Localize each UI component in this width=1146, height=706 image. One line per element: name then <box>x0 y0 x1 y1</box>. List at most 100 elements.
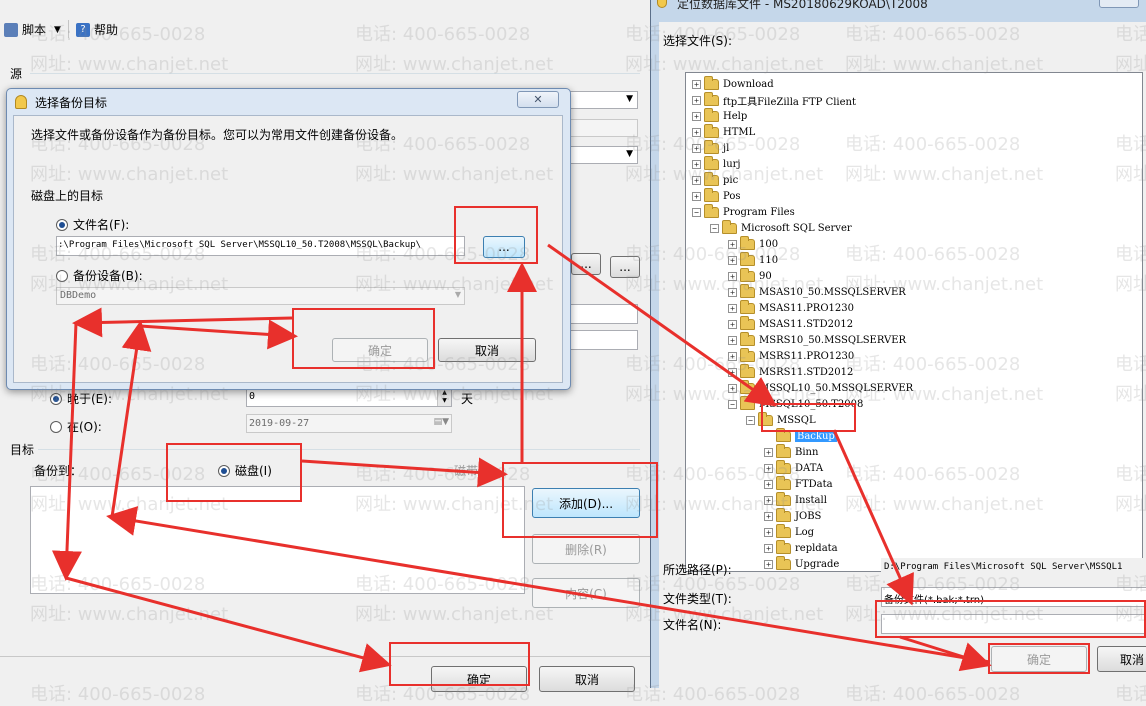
expand-icon[interactable]: + <box>692 175 701 185</box>
backup-destination-list[interactable] <box>30 486 525 594</box>
backup-set-browse-button-2[interactable]: ... <box>610 256 640 278</box>
add-destination-button[interactable]: 添加(D)... <box>532 488 640 518</box>
name-field[interactable] <box>566 304 638 324</box>
tree-node-label: Upgrade <box>795 558 840 570</box>
tree-node[interactable]: + MSAS10_50.MSSQLSERVER <box>728 283 906 300</box>
tree-node[interactable]: + Help <box>692 107 747 124</box>
tree-node[interactable]: + DATA <box>764 459 823 476</box>
collapse-icon[interactable]: − <box>746 415 755 425</box>
spin-icon[interactable]: ▲ ▼ <box>437 389 451 406</box>
expand-icon[interactable]: + <box>764 511 773 521</box>
collapse-icon[interactable]: − <box>692 207 701 217</box>
date-picker[interactable]: 2019-09-27 ▤▼ <box>246 414 452 433</box>
tree-node[interactable]: + MSRS11.PRO1230 <box>728 347 854 364</box>
tree-node[interactable]: + MSSQL10_50.MSSQLSERVER <box>728 379 913 396</box>
file-dialog-cancel-button[interactable]: 取消 <box>1097 646 1146 672</box>
tree-node-label: FTData <box>795 478 833 490</box>
tree-node[interactable]: + Download <box>692 75 774 92</box>
expand-icon[interactable]: + <box>764 463 773 473</box>
backup-set-browse-button[interactable]: ... <box>571 253 601 275</box>
expand-icon[interactable]: + <box>728 255 737 265</box>
browse-button[interactable]: ... <box>483 236 525 258</box>
database-dropdown[interactable]: ▼ <box>566 91 638 109</box>
tree-node[interactable]: + HTML <box>692 123 755 140</box>
folder-icon <box>776 427 791 442</box>
tree-node[interactable]: + ftp工具FileZilla FTP Client <box>692 91 856 108</box>
tree-node[interactable]: + Binn <box>764 443 818 460</box>
tree-node[interactable]: +100 <box>728 235 778 252</box>
collapse-icon[interactable]: − <box>710 223 719 233</box>
expand-icon[interactable]: + <box>692 95 701 105</box>
expand-icon[interactable]: + <box>692 79 701 89</box>
destination-contents-button[interactable]: 内容(C) <box>532 578 640 608</box>
expand-icon[interactable]: + <box>764 559 773 569</box>
tree-node[interactable]: + pic <box>692 171 738 188</box>
main-ok-button[interactable]: 确定 <box>431 666 527 692</box>
calendar-icon[interactable]: ▤▼ <box>434 417 449 427</box>
on-date-radio[interactable]: 在(O): <box>50 418 102 435</box>
expand-icon[interactable]: + <box>692 159 701 169</box>
filename-radio[interactable]: 文件名(F): <box>56 216 129 233</box>
tree-node[interactable]: − Program Files <box>692 203 795 220</box>
disk-radio[interactable]: 磁盘(I) <box>218 462 272 479</box>
tree-node[interactable]: + repldata <box>764 539 838 556</box>
modal-cancel-button[interactable]: 取消 <box>438 338 536 362</box>
expand-icon[interactable]: + <box>728 383 737 393</box>
close-icon[interactable]: ✕ <box>517 91 559 108</box>
expand-icon[interactable]: + <box>728 271 737 281</box>
expand-icon[interactable]: + <box>692 111 701 121</box>
file-type-dropdown[interactable]: 备份文件(*.bak;*.trn) <box>881 587 1146 607</box>
tree-node[interactable]: + MSRS10_50.MSSQLSERVER <box>728 331 906 348</box>
expand-icon[interactable]: + <box>728 303 737 313</box>
after-days-stepper[interactable]: 0 ▲ ▼ <box>246 388 452 407</box>
expand-icon[interactable]: + <box>764 527 773 537</box>
close-icon[interactable] <box>1099 0 1139 8</box>
file-name-input[interactable] <box>881 614 1146 634</box>
file-dialog-ok-button[interactable]: 确定 <box>991 646 1087 672</box>
tree-node[interactable]: +110 <box>728 251 778 268</box>
expand-icon[interactable]: + <box>692 191 701 201</box>
expand-icon[interactable]: + <box>728 287 737 297</box>
tree-node[interactable]: + Install <box>764 491 827 508</box>
expand-icon[interactable]: + <box>764 447 773 457</box>
help-button[interactable]: ? 帮助 <box>76 21 118 38</box>
expand-icon[interactable]: + <box>692 143 701 153</box>
expand-icon[interactable]: + <box>764 495 773 505</box>
expand-icon[interactable]: + <box>728 335 737 345</box>
tree-node-label: MSAS10_50.MSSQLSERVER <box>759 286 906 298</box>
tree-node[interactable]: + JOBS <box>764 507 821 524</box>
tree-node[interactable]: − MSSQL10_50.T2008 <box>728 395 863 412</box>
expand-icon[interactable]: + <box>728 239 737 249</box>
expand-icon[interactable]: + <box>764 543 773 553</box>
tree-node[interactable]: + Upgrade <box>764 555 840 571</box>
tree-node[interactable]: + FTData <box>764 475 833 492</box>
expand-icon[interactable]: + <box>764 479 773 489</box>
backup-file-path-input[interactable]: :\Program Files\Microsoft SQL Server\MSS… <box>56 236 465 256</box>
tree-node[interactable]: + MSRS11.STD2012 <box>728 363 853 380</box>
folder-tree[interactable]: + Download + ftp工具FileZilla FTP Client + Help… <box>685 72 1143 572</box>
main-cancel-button[interactable]: 取消 <box>539 666 635 692</box>
collapse-icon[interactable]: − <box>728 399 737 409</box>
tree-node[interactable]: + jl <box>692 139 729 156</box>
after-radio[interactable]: 晚于(E): <box>50 390 112 407</box>
script-button[interactable]: 脚本 ▼ <box>4 21 61 38</box>
expand-icon[interactable]: + <box>728 351 737 361</box>
tree-node[interactable]: + Log <box>764 523 814 540</box>
backup-device-radio[interactable]: 备份设备(B): <box>56 267 143 284</box>
expand-icon[interactable]: + <box>728 319 737 329</box>
tree-node[interactable]: + Pos <box>692 187 740 204</box>
backup-type-dropdown[interactable]: ▼ <box>566 146 638 164</box>
expand-icon[interactable]: + <box>728 367 737 377</box>
remove-destination-button[interactable]: 删除(R) <box>532 534 640 564</box>
expand-icon[interactable]: + <box>692 127 701 137</box>
backup-device-dropdown[interactable]: DBDemo ▼ <box>56 287 465 305</box>
tree-node[interactable]: − MSSQL <box>746 411 816 428</box>
tree-node[interactable]: + MSAS11.PRO1230 <box>728 299 854 316</box>
tree-node[interactable]: +90 <box>728 267 772 284</box>
tree-node[interactable]: − Microsoft SQL Server <box>710 219 852 236</box>
modal-ok-button[interactable]: 确定 <box>332 338 428 362</box>
tree-node[interactable]: Backup <box>764 427 837 444</box>
tree-node[interactable]: + lurj <box>692 155 741 172</box>
description-field[interactable] <box>566 330 638 350</box>
tree-node[interactable]: + MSAS11.STD2012 <box>728 315 853 332</box>
